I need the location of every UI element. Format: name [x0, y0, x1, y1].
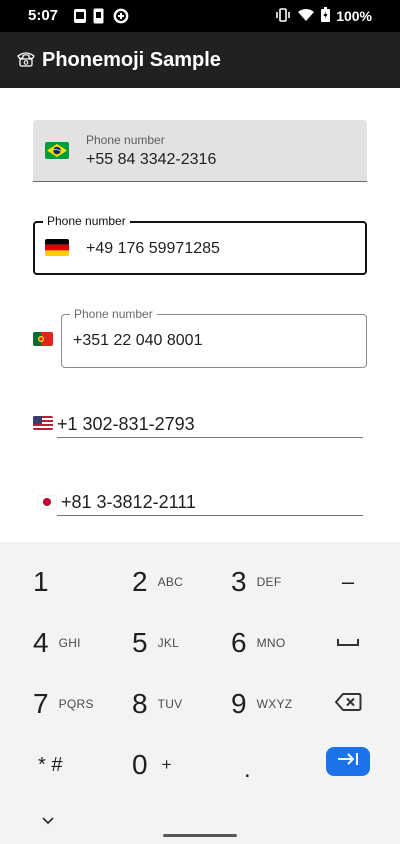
phone-field-underline-us[interactable]: +1 302-831-2793	[33, 412, 363, 438]
space-icon	[337, 634, 359, 652]
phone-field-filled[interactable]: Phone number +55 84 3342-2316	[33, 120, 367, 182]
sim-icon	[93, 8, 104, 29]
phone-field-value[interactable]: +49 176 59971285	[86, 240, 220, 258]
phone-field-value[interactable]: +55 84 3342-2316	[86, 151, 216, 169]
numeric-keyboard: 1 2 ABC 3 DEF – 4 GHI 5 JKL 6 MNO 7 PQRS…	[0, 542, 400, 844]
phone-field-value[interactable]: +351 22 040 8001	[73, 332, 202, 350]
phone-field-label: Phone number	[86, 133, 165, 147]
key-4[interactable]: 4 GHI	[33, 615, 133, 671]
collapse-keyboard-icon[interactable]	[40, 812, 56, 830]
key-2[interactable]: 2 ABC	[132, 554, 232, 610]
phone-field-underline-jp[interactable]: +81 3-3812-2111	[37, 490, 363, 516]
data-saver-icon	[113, 8, 129, 29]
field-underline	[57, 437, 363, 438]
germany-flag-icon	[45, 239, 69, 256]
phone-field-value[interactable]: +1 302-831-2793	[57, 414, 195, 435]
status-bar: 5:07 100%	[0, 0, 400, 32]
battery-icon	[321, 7, 331, 25]
app-title: Phonemoji Sample	[42, 49, 221, 71]
form-content: Phone number +55 84 3342-2316 Phone numb…	[0, 88, 400, 542]
backspace-key[interactable]	[298, 676, 398, 732]
phone-field-outlined-focused[interactable]: Phone number +49 176 59971285	[33, 214, 367, 275]
usa-flag-icon	[33, 416, 53, 430]
gallery-icon	[73, 8, 87, 29]
key-dash[interactable]: –	[298, 554, 398, 610]
key-8[interactable]: 8 TUV	[132, 676, 232, 732]
key-1[interactable]: 1	[33, 554, 133, 610]
tab-arrow-icon	[337, 752, 359, 771]
vibrate-icon	[275, 7, 291, 25]
space-key[interactable]	[298, 615, 398, 671]
phone-field-value[interactable]: +81 3-3812-2111	[61, 492, 196, 513]
app-bar: Phonemoji Sample	[0, 32, 400, 88]
key-0[interactable]: 0 +	[132, 737, 232, 793]
brazil-flag-icon	[45, 142, 69, 159]
wifi-icon	[297, 8, 315, 25]
portugal-flag-icon	[33, 332, 53, 346]
battery-percentage: 100%	[336, 8, 372, 24]
status-time: 5:07	[28, 7, 59, 24]
japan-flag-icon	[37, 495, 57, 509]
backspace-icon	[334, 692, 362, 717]
gesture-nav-handle[interactable]	[163, 834, 237, 837]
phone-field-outlined[interactable]: Phone number +351 22 040 8001	[61, 307, 367, 368]
key-star-hash[interactable]: * #	[38, 737, 138, 793]
telephone-icon	[16, 50, 36, 73]
field-underline	[57, 515, 363, 516]
phone-field-label: Phone number	[70, 307, 157, 321]
phone-field-label: Phone number	[43, 214, 130, 228]
next-key[interactable]	[326, 747, 370, 776]
key-5[interactable]: 5 JKL	[132, 615, 232, 671]
key-7[interactable]: 7 PQRS	[33, 676, 133, 732]
